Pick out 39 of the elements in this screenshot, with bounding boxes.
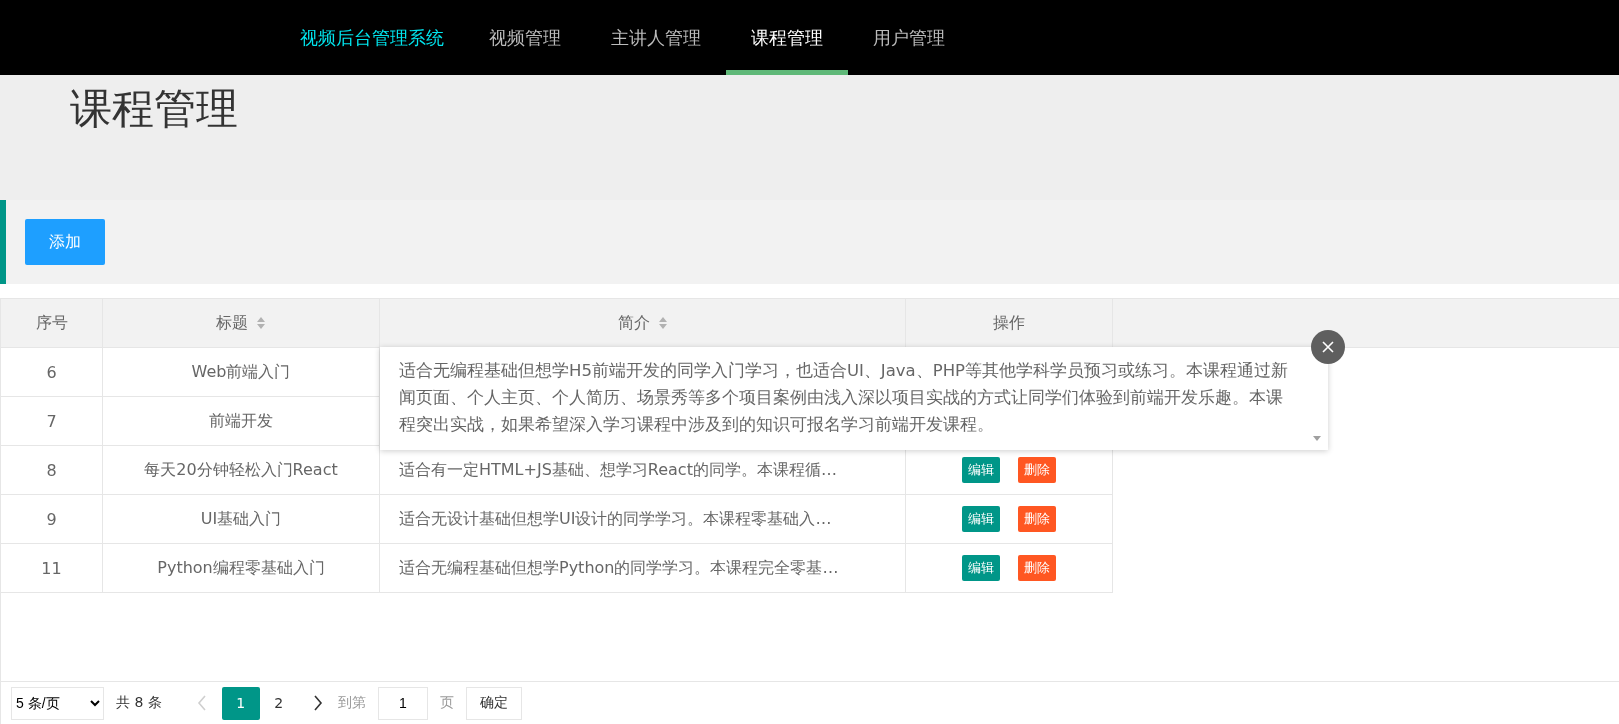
edit-button[interactable]: 编辑 <box>962 555 1000 581</box>
delete-button[interactable]: 删除 <box>1018 555 1056 581</box>
column-header[interactable]: 标题 <box>103 299 380 347</box>
table-cell: 适合无设计基础但想学UI设计的同学学习。本课程零基础入… <box>380 495 906 543</box>
edit-button[interactable]: 编辑 <box>962 457 1000 483</box>
goto-label: 到第 <box>337 694 366 712</box>
tooltip-text: 适合无编程基础但想学H5前端开发的同学入门学习，也适合UI、Java、PHP等其他学科学员预习或练习。本课程通过新闻页面、个人主页、个人简历、场景秀等多个项目案例由浅入深以项目实战的方式让同学们体验到前端开发乐趣。本课程突出实战，如果希望深入学习课程中涉及到的知识可报名学习前端开发课程。 <box>399 360 1289 436</box>
page-suffix: 页 <box>439 694 454 712</box>
nav-tab[interactable]: 用户管理 <box>848 0 970 75</box>
nav-tab[interactable]: 主讲人管理 <box>586 0 726 75</box>
table-cell: 11 <box>1 544 103 592</box>
table-cell: 9 <box>1 495 103 543</box>
table-cell: Python编程零基础入门 <box>103 544 380 592</box>
delete-button[interactable]: 删除 <box>1018 457 1056 483</box>
total-count: 共 8 条 <box>116 694 162 712</box>
table-cell: 适合无编程基础但想学Python的同学学习。本课程完全零基… <box>380 544 906 592</box>
page-number[interactable]: 2 <box>259 686 298 720</box>
next-page-icon[interactable] <box>311 694 324 712</box>
table-cell: 6 <box>1 348 103 396</box>
delete-button[interactable]: 删除 <box>1018 506 1056 532</box>
nav-tab[interactable]: 视频管理 <box>464 0 586 75</box>
edit-button[interactable]: 编辑 <box>962 506 1000 532</box>
page-input[interactable]: 1 <box>377 686 428 720</box>
table-cell: 7 <box>1 397 103 445</box>
sort-icon[interactable] <box>657 316 668 330</box>
table-cell: UI基础入门 <box>103 495 380 543</box>
sort-icon[interactable] <box>256 316 266 330</box>
app-logo-title[interactable]: 视频后台管理系统 <box>300 0 444 75</box>
table-cell: 8 <box>1 446 103 494</box>
confirm-button[interactable]: 确定 <box>465 686 522 720</box>
page-number[interactable]: 1 <box>221 686 260 720</box>
close-button[interactable] <box>1311 330 1345 364</box>
column-header[interactable]: 序号 <box>1 299 103 347</box>
table-cell: 每天20分钟轻松入门React <box>103 446 380 494</box>
page-size-select[interactable]: 5 条/页 <box>11 686 104 720</box>
scroll-down-icon[interactable] <box>1312 436 1322 442</box>
page-title: 课程管理 <box>70 83 239 135</box>
close-icon <box>1321 340 1335 354</box>
add-button[interactable]: 添加 <box>25 219 105 265</box>
